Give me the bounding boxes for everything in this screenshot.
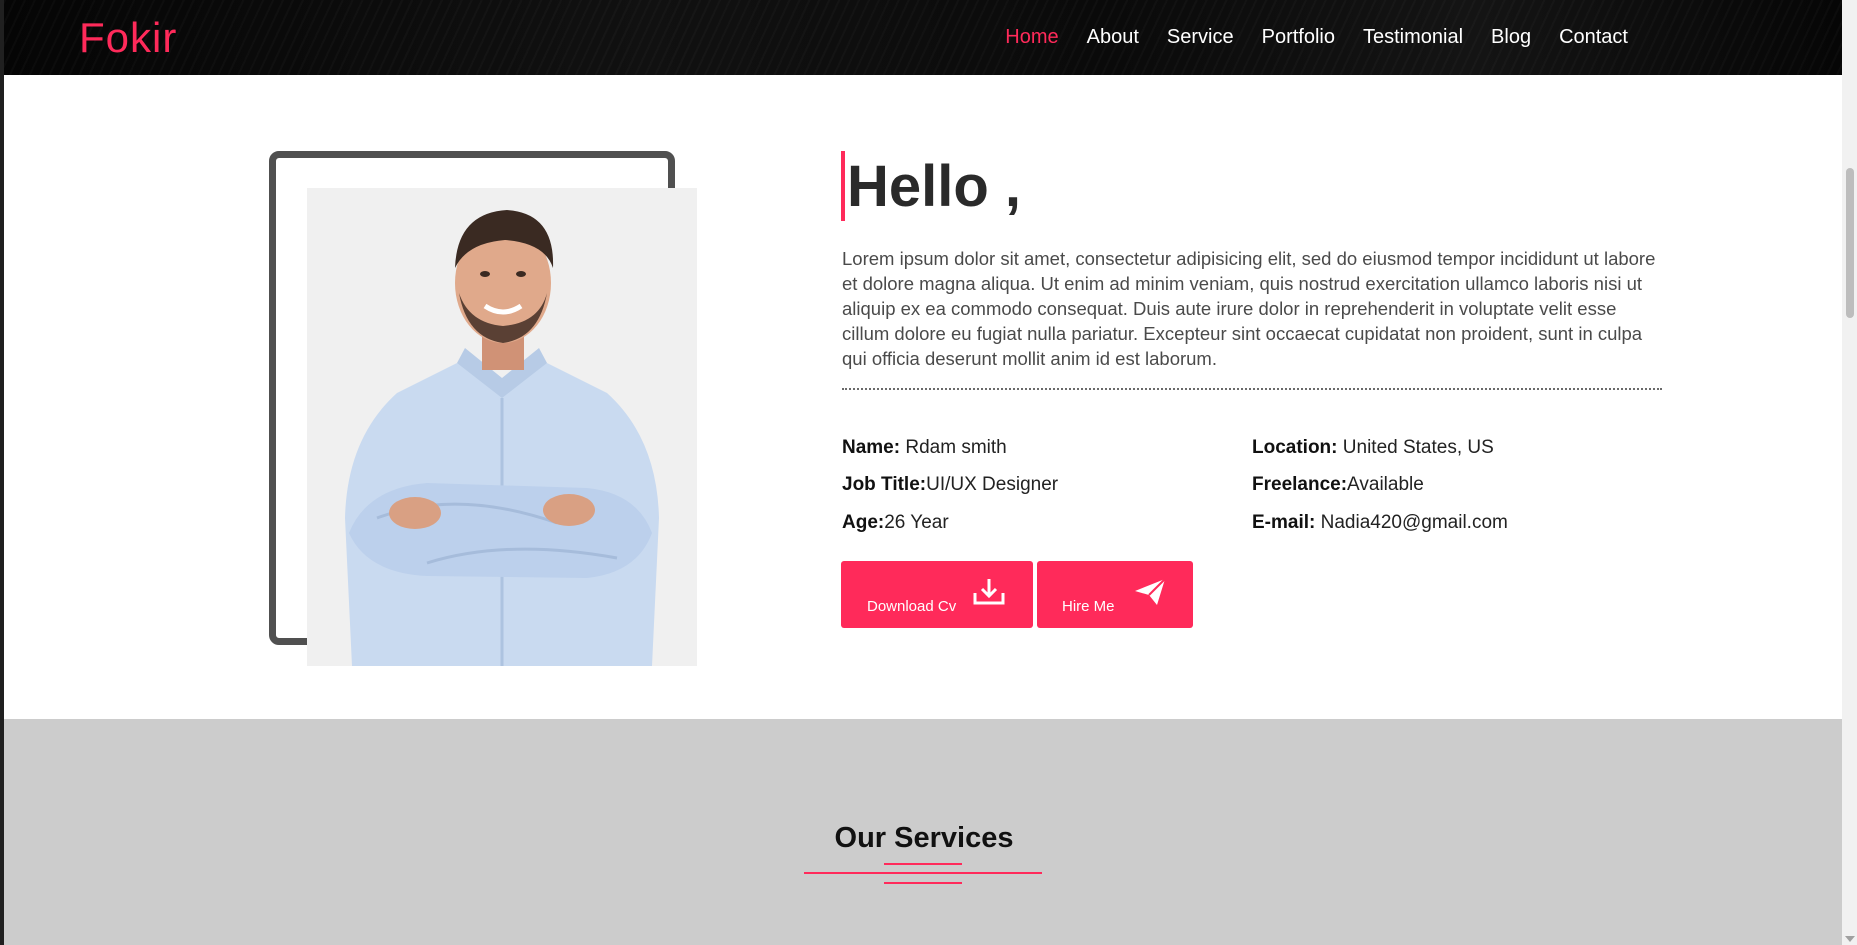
site-header: Fokir Home About Service Portfolio Testi… [4, 0, 1842, 75]
nav-service[interactable]: Service [1153, 26, 1248, 49]
scroll-down-arrow-icon[interactable] [1845, 936, 1855, 942]
info-location-label: Location: [1252, 437, 1338, 458]
nav-contact[interactable]: Contact [1545, 26, 1642, 49]
info-email-value: Nadia420@gmail.com [1315, 512, 1508, 533]
profile-photo [307, 188, 697, 666]
dotted-divider [842, 388, 1662, 390]
info-age: Age:26 Year [842, 511, 949, 535]
nav-portfolio[interactable]: Portfolio [1248, 26, 1349, 49]
info-job-value: UI/UX Designer [926, 474, 1059, 495]
page-scrollbar[interactable] [1842, 0, 1857, 945]
hire-me-button[interactable]: Hire Me [1037, 561, 1193, 628]
nav-testimonial[interactable]: Testimonial [1349, 26, 1477, 49]
info-email-label: E-mail: [1252, 512, 1316, 533]
info-location-value: United States, US [1337, 437, 1494, 458]
title-underline [804, 872, 1042, 874]
download-cv-button[interactable]: Download Cv [841, 561, 1033, 628]
hello-heading: Hello , [847, 154, 1022, 219]
info-name-value: Rdam smith [900, 437, 1007, 458]
hire-me-label: Hire Me [1062, 598, 1115, 615]
heading-accent-bar [841, 151, 845, 221]
download-icon [973, 579, 1005, 605]
info-age-label: Age: [842, 512, 885, 533]
info-job-title: Job Title:UI/UX Designer [842, 473, 1058, 497]
title-underline-short-top [884, 863, 962, 865]
nav-blog[interactable]: Blog [1477, 26, 1545, 49]
info-email: E-mail: Nadia420@gmail.com [1252, 511, 1508, 535]
scrollbar-thumb[interactable] [1846, 168, 1854, 318]
info-job-label: Job Title: [842, 474, 927, 495]
services-title: Our Services [834, 822, 1014, 854]
intro-paragraph: Lorem ipsum dolor sit amet, consectetur … [842, 248, 1656, 369]
info-name-label: Name: [842, 437, 901, 458]
title-underline-short-bottom [884, 882, 962, 884]
info-freelance: Freelance:Available [1252, 473, 1424, 497]
paper-plane-icon [1135, 578, 1166, 605]
nav-home[interactable]: Home [991, 26, 1072, 49]
nav-about[interactable]: About [1073, 26, 1153, 49]
download-cv-label: Download Cv [867, 598, 957, 615]
info-freelance-label: Freelance: [1252, 474, 1348, 495]
site-logo[interactable]: Fokir [79, 14, 177, 62]
info-freelance-value: Available [1347, 474, 1424, 495]
main-nav: Home About Service Portfolio Testimonial… [991, 0, 1642, 75]
person-illustration [307, 188, 697, 666]
info-location: Location: United States, US [1252, 436, 1494, 460]
info-name: Name: Rdam smith [842, 436, 1007, 460]
info-age-value: 26 Year [884, 512, 949, 533]
